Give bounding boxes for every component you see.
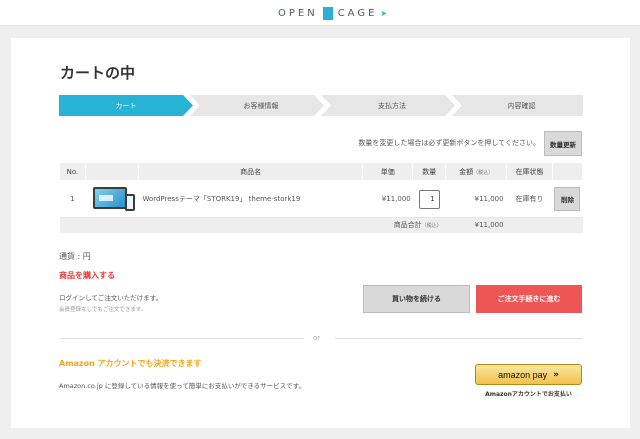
product-thumbnail[interactable] [93, 186, 136, 212]
col-name: 商品名 [137, 162, 364, 181]
divider-left [59, 338, 304, 339]
continue-shopping-button[interactable]: 買い物を続ける [363, 285, 470, 313]
row-no: 1 [59, 180, 86, 218]
col-amount: 金額（税込） [445, 162, 508, 181]
purchase-heading: 商品を購入する [59, 271, 115, 280]
logo-text-right: CAGE [337, 7, 378, 19]
col-amount-tax: （税込） [473, 169, 494, 176]
product-name[interactable]: WordPressテーマ「STORK19」 theme-stork19 [138, 180, 363, 218]
step-label-confirm: 内容確認 [507, 101, 536, 110]
table-row: 1 WordPressテーマ「STORK19」 theme-stork19 ¥1… [59, 180, 583, 218]
total-label: 商品合計 [393, 221, 422, 230]
col-actions [551, 162, 584, 181]
step-label-payment: 支払方法 [378, 101, 406, 110]
amazon-note: Amazon.co.jp に登録している情報を使って簡単にお支払いができるサービ… [59, 382, 306, 390]
total-tax: （税込） [421, 223, 442, 230]
delete-button[interactable]: 削除 [554, 187, 581, 211]
table-header-row: No. 商品名 単価 数量 金額（税込） 在庫状態 [59, 162, 584, 181]
line-amount: ¥11,000 [445, 180, 507, 218]
site-logo[interactable]: OPEN CAGE ➤ [278, 5, 387, 21]
login-note: ログインしてご注文いただけます。 [59, 294, 163, 302]
logo-mark-icon [322, 6, 333, 20]
top-header: OPEN CAGE ➤ [0, 0, 640, 26]
step-label-cart: カート [115, 101, 137, 110]
double-chevron-icon: » [553, 369, 559, 380]
quantity-input[interactable] [418, 189, 440, 209]
checkout-button[interactable]: ご注文手続きに進む [476, 285, 582, 313]
col-no: No. [59, 162, 86, 181]
delete-cell: 削除 [552, 180, 583, 218]
col-thumb [84, 162, 139, 181]
col-qty: 数量 [412, 162, 447, 181]
or-separator: or [313, 334, 321, 342]
unit-price: ¥11,000 [362, 180, 413, 218]
col-price: 単価 [362, 162, 414, 181]
col-amount-label: 金額 [459, 167, 474, 176]
page-title: カートの中 [60, 64, 136, 82]
total-value: ¥11,000 [445, 217, 507, 233]
divider-right [335, 338, 582, 339]
total-empty [506, 217, 583, 233]
col-stock: 在庫状態 [506, 162, 553, 181]
total-label-cell: 商品合計（税込） [59, 217, 446, 233]
cart-table: No. 商品名 単価 数量 金額（税込） 在庫状態 1 WordPressテーマ… [59, 162, 584, 233]
amazon-heading: Amazon アカウントでも決済できます [59, 359, 202, 368]
amazon-pay-button[interactable]: amazon pay » [475, 364, 582, 385]
amazon-pay-logo: amazon pay [498, 369, 548, 380]
logo-text-left: OPEN [278, 7, 318, 19]
amazon-pay-caption: Amazonアカウントでお支払い [485, 391, 572, 398]
row-thumb-cell [85, 180, 139, 218]
currency-label: 通貨 : 円 [59, 252, 91, 261]
update-quantity-button[interactable]: 数量更新 [544, 131, 582, 156]
qty-cell [412, 180, 446, 218]
bird-icon: ➤ [380, 8, 388, 18]
step-label-customer-info: お客様情報 [243, 101, 279, 110]
stock-status: 在庫有り [506, 180, 553, 218]
guest-note: 会員登録なしでもご注文できます。 [59, 307, 147, 313]
total-row: 商品合計（税込） ¥11,000 [59, 217, 583, 233]
update-note: 数量を変更した場合は必ず更新ボタンを押してください。 [358, 139, 540, 147]
